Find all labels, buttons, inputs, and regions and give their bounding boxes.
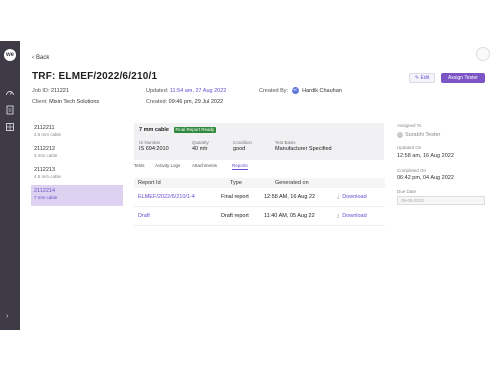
list-item[interactable]: 2112211 2.5 mm cable xyxy=(31,122,123,143)
sample-summary-card: 7 mm cable Final Report Ready IS Number … xyxy=(134,123,384,160)
completed-on-label: Completed On xyxy=(397,168,427,173)
tab-attachments[interactable]: Attachments xyxy=(192,163,217,168)
download-icon: ⤓ xyxy=(337,213,340,219)
report-id-link[interactable]: Draft xyxy=(138,213,150,219)
back-button[interactable]: ‹ Back xyxy=(32,55,49,61)
status-badge: Final Report Ready xyxy=(173,127,217,133)
condition-field: Condition good xyxy=(233,140,253,152)
download-button[interactable]: ⤓ Download xyxy=(337,213,367,219)
sample-title: 7 mm cable Final Report Ready xyxy=(139,127,217,133)
tab-activity-logs[interactable]: Activity Logs xyxy=(155,163,180,168)
download-icon: ⤓ xyxy=(337,194,340,200)
nav-rail: we › xyxy=(0,41,20,330)
avatar xyxy=(397,132,403,138)
is-number-field: IS Number IS 694:2010 xyxy=(139,140,169,152)
assigned-to-label: Assigned To xyxy=(397,123,422,128)
document-icon[interactable] xyxy=(5,105,15,115)
sample-list: 2112211 2.5 mm cable 2112212 3 mm cable … xyxy=(31,122,123,206)
page-title: TRF: ELMEF/2022/6/210/1 xyxy=(32,71,158,82)
table-row: ELMEF/2022/6/210/1-4 Final report 12:58 … xyxy=(134,188,385,207)
table-row: Draft Draft report 11:40 AM, 05 Aug 22 ⤓… xyxy=(134,207,385,226)
report-id-link[interactable]: ELMEF/2022/6/210/1-4 xyxy=(138,194,195,200)
pencil-icon: ✎ xyxy=(414,75,420,81)
completed-on-value: 06:42 pm, 04 Aug 2022 xyxy=(397,175,454,181)
list-item-active[interactable]: 2112214 7 mm cable xyxy=(31,185,123,206)
tab-tests[interactable]: Tests xyxy=(134,163,145,168)
tab-bar: Tests Activity Logs Attachments Reports xyxy=(134,163,384,173)
user-avatar[interactable] xyxy=(476,47,490,61)
client: Client: Mixin Tech Solutions xyxy=(32,99,100,105)
quantity-field: Quantity 40 mtr xyxy=(192,140,209,152)
due-date-label: Due Date xyxy=(397,189,417,194)
created-meta: Created: 09:46 pm, 29 Jul 2022 xyxy=(146,99,224,105)
list-item[interactable]: 2112212 3 mm cable xyxy=(31,143,123,164)
back-label: Back xyxy=(36,55,50,61)
reports-table: Report Id Type Generated on ELMEF/2022/6… xyxy=(134,178,385,226)
dashboard-icon[interactable] xyxy=(5,88,15,98)
edit-button[interactable]: ✎ Edit xyxy=(409,73,435,83)
assign-tester-button[interactable]: Assign Tester xyxy=(441,73,485,83)
created-by: Created By: HC Hardik Chauhan xyxy=(259,87,342,94)
list-item[interactable]: 2112213 4.5 mm cable xyxy=(31,164,123,185)
tab-reports[interactable]: Reports xyxy=(232,163,248,170)
test-basis-field: Test Basis Manufacturer Specified xyxy=(275,140,332,152)
assigned-to-value: Surabhi Tester xyxy=(397,132,440,138)
download-button[interactable]: ⤓ Download xyxy=(337,194,367,200)
app-logo[interactable]: we xyxy=(4,49,16,61)
due-date-field[interactable]: 05-08-2022 xyxy=(397,196,485,205)
table-header: Report Id Type Generated on xyxy=(134,178,385,188)
job-id: Job ID: 211221 xyxy=(32,88,69,94)
updated-on-label: Updated On xyxy=(397,145,422,150)
app-window: we › ‹ Back TRF: ELMEF/2022/6/210/1 Job … xyxy=(0,41,500,330)
updated-on-value: 12:58 am, 16 Aug 2022 xyxy=(397,153,454,159)
chevron-right-icon[interactable]: › xyxy=(6,313,8,320)
updated-meta: Updated: 11:54 am, 27 Aug 2022 xyxy=(146,88,227,94)
grid-icon[interactable] xyxy=(5,122,15,132)
avatar: HC xyxy=(291,87,299,94)
chevron-left-icon: ‹ xyxy=(32,55,34,61)
